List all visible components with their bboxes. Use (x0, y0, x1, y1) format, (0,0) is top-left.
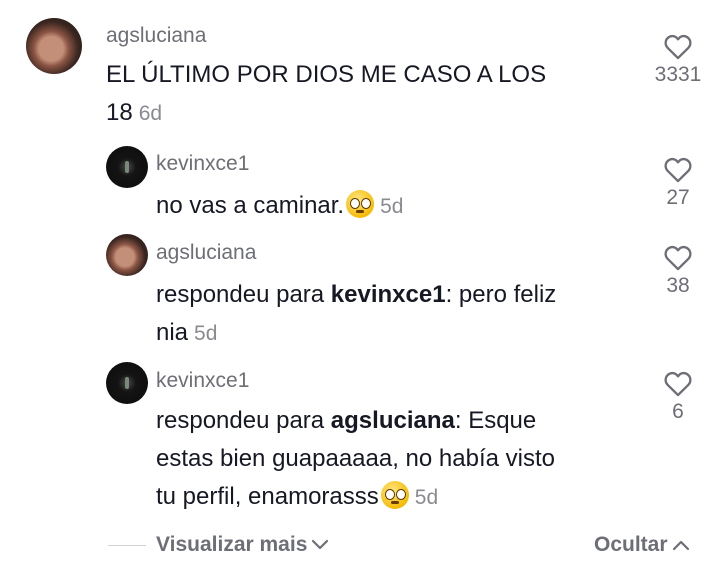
comment-text: no vas a caminar. 5d (156, 187, 403, 226)
heart-outline-icon (664, 371, 692, 397)
heart-outline-icon (664, 34, 692, 60)
like-button[interactable]: 38 (648, 245, 708, 298)
avatar[interactable] (106, 146, 148, 188)
comment-text-line: no vas a caminar. (156, 192, 345, 219)
replies-footer: Visualizar mais Ocultar (0, 525, 720, 565)
hide-button[interactable]: Ocultar (594, 533, 690, 557)
comment-text: respondeu para kevinxce1: pero feliz nia… (156, 276, 556, 353)
like-count: 3331 (654, 63, 702, 86)
chevron-up-icon (672, 540, 689, 551)
comment-text-line: EL ÚLTIMO POR DIOS ME CASO A LOS (106, 61, 547, 88)
view-more-label: Visualizar mais (156, 533, 308, 556)
comment-time: 5d (414, 486, 439, 509)
like-button[interactable]: 3331 (648, 34, 708, 87)
reply-mention[interactable]: kevinxce1 (331, 281, 446, 308)
heart-outline-icon (664, 245, 692, 271)
comment-text-line: 18 (106, 99, 133, 126)
comment-username[interactable]: kevinxce1 (156, 369, 249, 393)
like-button[interactable]: 6 (648, 371, 708, 424)
comment-text-line: : Esque (454, 407, 537, 434)
like-count: 6 (672, 400, 684, 423)
like-count: 38 (666, 274, 690, 297)
reply-prefix: respondeu para (156, 407, 331, 434)
comment-text: respondeu para agsluciana: Esque estas b… (156, 402, 555, 517)
reply-prefix: respondeu para (156, 281, 331, 308)
comment-username[interactable]: agsluciana (106, 24, 206, 48)
comment-text-line: estas bien guapaaaaa, no había visto (156, 445, 555, 472)
comment-text-line: nia (156, 319, 189, 346)
chevron-down-icon (312, 539, 329, 550)
comment-text-line: tu perfil, enamorasss (156, 483, 379, 510)
hide-label: Ocultar (594, 533, 668, 556)
comment-username[interactable]: agsluciana (156, 241, 256, 265)
view-more-button[interactable]: Visualizar mais (156, 533, 329, 557)
pleading-face-emoji (380, 481, 409, 509)
comment-text: EL ÚLTIMO POR DIOS ME CASO A LOS 18 6d (106, 56, 546, 133)
comment-text-line: : pero feliz (445, 281, 557, 308)
heart-outline-icon (664, 157, 692, 183)
like-count: 27 (666, 186, 690, 209)
avatar[interactable] (106, 234, 148, 276)
comment-username[interactable]: kevinxce1 (156, 152, 249, 176)
avatar[interactable] (26, 18, 82, 74)
comment-time: 5d (380, 195, 404, 218)
comment-time: 5d (194, 322, 218, 345)
flushed-face-emoji (346, 190, 375, 218)
comment-time: 6d (138, 102, 163, 125)
avatar[interactable] (106, 362, 148, 404)
divider (108, 545, 146, 546)
like-button[interactable]: 27 (648, 157, 708, 210)
reply-mention[interactable]: agsluciana (331, 407, 455, 434)
